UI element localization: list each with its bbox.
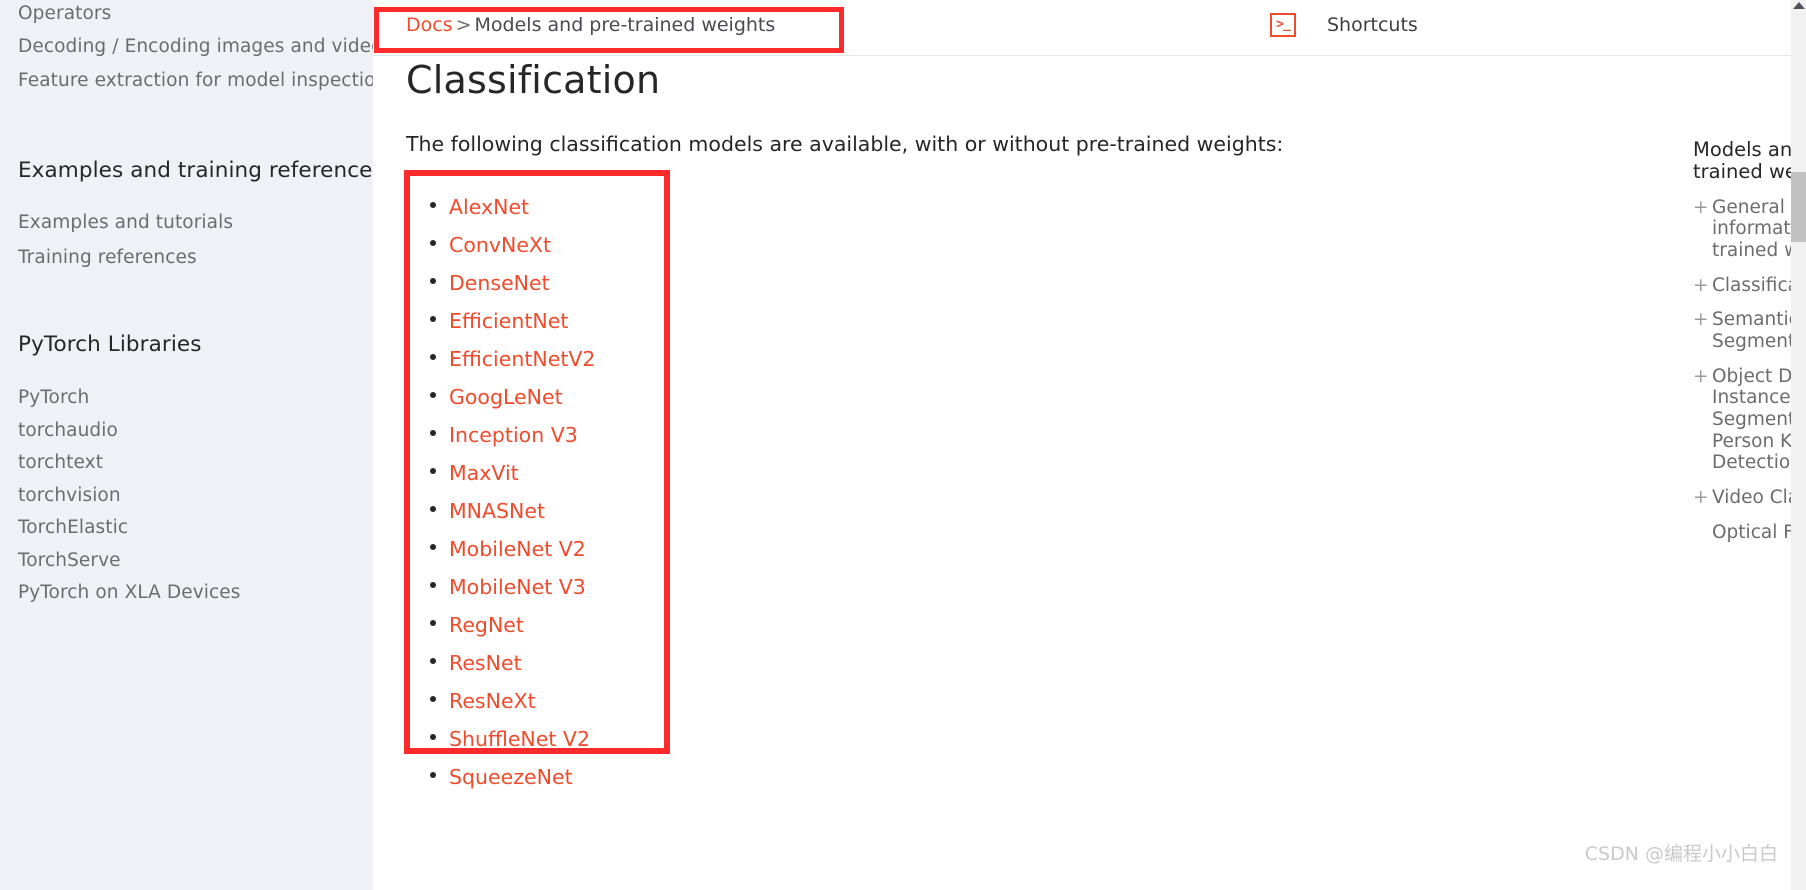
model-link-efficientnetv2[interactable]: EfficientNetV2 — [449, 347, 595, 371]
scrollbar-thumb[interactable] — [1791, 172, 1806, 242]
sidebar-item-torchserve[interactable]: TorchServe — [18, 551, 121, 571]
toc-link-object-detection[interactable]: Object Detection, Instance Segmentation … — [1712, 366, 1794, 474]
sidebar-item-feature-extraction[interactable]: Feature extraction for model inspection — [18, 71, 373, 91]
list-item: AlexNet — [406, 188, 595, 226]
shortcuts-button[interactable]: >_ Shortcuts — [1270, 13, 1418, 37]
shortcuts-label: Shortcuts — [1327, 14, 1418, 36]
sidebar-item-pytorch-xla-devices[interactable]: PyTorch on XLA Devices — [18, 583, 241, 603]
model-link-inception-v3[interactable]: Inception V3 — [449, 423, 578, 447]
model-link-squeezenet[interactable]: SqueezeNet — [449, 765, 573, 789]
toc-link-optical-flow[interactable]: Optical Flow — [1712, 522, 1794, 543]
sidebar-caption-examples: Examples and training references — [18, 158, 373, 183]
model-link-densenet[interactable]: DenseNet — [449, 271, 550, 295]
sidebar-item-torchaudio[interactable]: torchaudio — [18, 421, 118, 441]
sidebar-item-decoding-encoding[interactable]: Decoding / Encoding images and videos — [18, 37, 373, 57]
list-item: ResNet — [406, 644, 595, 682]
list-item: RegNet — [406, 606, 595, 644]
model-link-maxvit[interactable]: MaxVit — [449, 461, 519, 485]
toc-item-classification: +Classification — [1693, 275, 1794, 297]
breadcrumb-separator: > — [455, 14, 472, 36]
list-item: GoogLeNet — [406, 378, 595, 416]
list-item: Inception V3 — [406, 416, 595, 454]
model-link-regnet[interactable]: RegNet — [449, 613, 524, 637]
list-item: EfficientNetV2 — [406, 340, 595, 378]
expand-plus-icon[interactable]: + — [1693, 309, 1709, 331]
model-link-mobilenet-v3[interactable]: MobileNet V3 — [449, 575, 586, 599]
breadcrumb-current: Models and pre-trained weights — [474, 14, 776, 36]
vertical-scrollbar[interactable] — [1791, 0, 1806, 890]
list-item: DenseNet — [406, 264, 595, 302]
model-link-resnext[interactable]: ResNeXt — [449, 689, 536, 713]
model-link-efficientnet[interactable]: EfficientNet — [449, 309, 568, 333]
list-item: MobileNet V2 — [406, 530, 595, 568]
list-item: ShuffleNet V2 — [406, 720, 595, 758]
toc-item-video-classification: +Video Classification — [1693, 487, 1794, 509]
sidebar-item-torchtext[interactable]: torchtext — [18, 453, 103, 473]
documentation-page: Operators Decoding / Encoding images and… — [0, 0, 1806, 890]
model-link-alexnet[interactable]: AlexNet — [449, 195, 529, 219]
toc-link-classification[interactable]: Classification — [1712, 275, 1794, 296]
toc-link-semantic-segmentation[interactable]: Semantic Segmentation — [1712, 309, 1794, 352]
model-link-resnet[interactable]: ResNet — [449, 651, 522, 675]
page-title: Classification — [406, 58, 661, 102]
expand-plus-icon[interactable]: + — [1693, 197, 1709, 219]
model-link-googlenet[interactable]: GoogLeNet — [449, 385, 563, 409]
breadcrumb-docs-link[interactable]: Docs — [406, 14, 453, 36]
list-item: ConvNeXt — [406, 226, 595, 264]
toc-item-optical-flow: Optical Flow — [1693, 522, 1794, 544]
expand-plus-icon[interactable]: + — [1693, 487, 1709, 509]
list-item: MNASNet — [406, 492, 595, 530]
model-link-mnasnet[interactable]: MNASNet — [449, 499, 545, 523]
main-content: Classification The following classificat… — [373, 56, 1794, 890]
model-link-convnext[interactable]: ConvNeXt — [449, 233, 551, 257]
scroll-up-arrow-icon[interactable] — [1793, 2, 1805, 9]
toc-list: +General information on pre-trained weig… — [1693, 197, 1794, 543]
sidebar-item-pytorch[interactable]: PyTorch — [18, 388, 89, 408]
sidebar-item-torchelastic[interactable]: TorchElastic — [18, 518, 128, 538]
model-link-shufflenet-v2[interactable]: ShuffleNet V2 — [449, 727, 590, 751]
sidebar-item-training-references[interactable]: Training references — [18, 248, 197, 268]
list-item: MobileNet V3 — [406, 568, 595, 606]
sidebar-item-examples-tutorials[interactable]: Examples and tutorials — [18, 213, 233, 233]
expand-plus-icon[interactable]: + — [1693, 366, 1709, 388]
csdn-watermark: CSDN @编程小小白白 — [1584, 843, 1778, 865]
classification-model-list: AlexNet ConvNeXt DenseNet EfficientNet E… — [406, 188, 595, 796]
sidebar-caption-pytorch-libraries: PyTorch Libraries — [18, 332, 202, 357]
terminal-icon: >_ — [1270, 13, 1296, 37]
toc-item-object-detection: +Object Detection, Instance Segmentation… — [1693, 366, 1794, 474]
page-header: Docs > Models and pre-trained weights >_ S… — [373, 0, 1794, 56]
list-item: EfficientNet — [406, 302, 595, 340]
model-link-mobilenet-v2[interactable]: MobileNet V2 — [449, 537, 586, 561]
left-sidebar: Operators Decoding / Encoding images and… — [0, 0, 373, 890]
toc-link-video-classification[interactable]: Video Classification — [1712, 487, 1794, 508]
list-item: MaxVit — [406, 454, 595, 492]
toc-title: Models and pre-trained weights — [1693, 138, 1794, 184]
sidebar-item-operators[interactable]: Operators — [18, 4, 111, 24]
toc-item-general-information: +General information on pre-trained weig… — [1693, 197, 1794, 262]
list-item: SqueezeNet — [406, 758, 595, 796]
intro-paragraph: The following classification models are … — [406, 132, 1284, 156]
breadcrumb: Docs > Models and pre-trained weights — [406, 16, 775, 35]
list-item: ResNeXt — [406, 682, 595, 720]
toc-link-general-information[interactable]: General information on pre-trained weigh… — [1712, 197, 1794, 261]
toc-item-semantic-segmentation: +Semantic Segmentation — [1693, 309, 1794, 352]
sidebar-item-torchvision[interactable]: torchvision — [18, 486, 121, 506]
expand-plus-icon[interactable]: + — [1693, 275, 1709, 297]
on-this-page-toc: Models and pre-trained weights +General … — [1693, 138, 1794, 556]
